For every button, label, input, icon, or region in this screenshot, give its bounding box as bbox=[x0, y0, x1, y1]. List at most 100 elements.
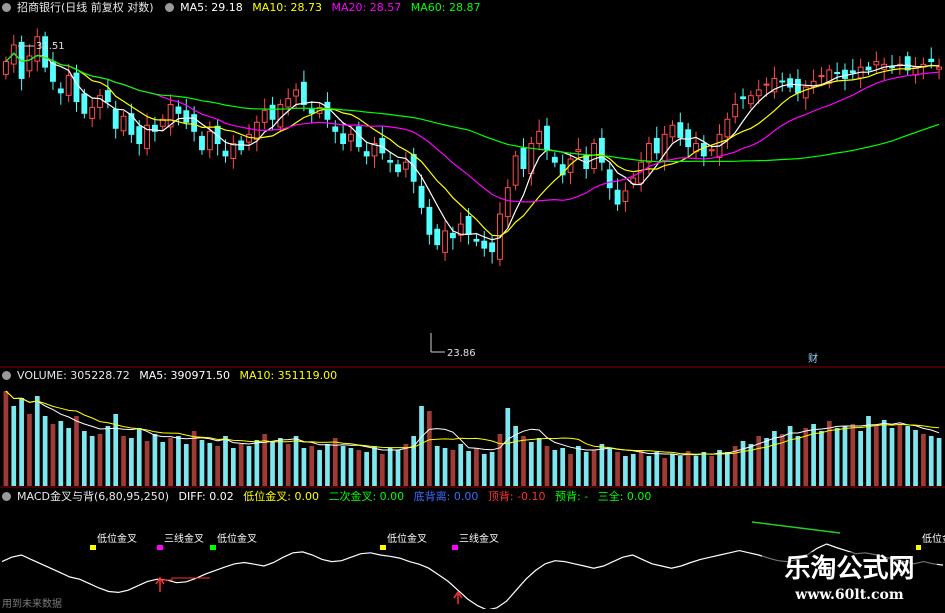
volume-bar bbox=[58, 421, 64, 486]
price-pane-toggle-icon[interactable] bbox=[2, 3, 11, 12]
volume-bar bbox=[591, 450, 597, 486]
candle-body bbox=[598, 137, 605, 163]
volume-bar bbox=[583, 452, 589, 486]
volume-pane-toggle-icon[interactable] bbox=[2, 371, 11, 380]
volume-bar bbox=[395, 450, 401, 486]
candle-body bbox=[136, 126, 143, 145]
site-watermark: 乐淘公式网 www.60lt.com bbox=[762, 552, 937, 604]
candle-body bbox=[669, 124, 676, 138]
candle-body bbox=[489, 242, 496, 253]
volume-bar bbox=[427, 411, 432, 486]
macd-triple-value: 三全: 0.00 bbox=[597, 490, 652, 503]
candle-body bbox=[285, 98, 292, 108]
macd-pane-header: MACD金叉与背(6,80,95,250) DIFF: 0.02 低位金叉: 0… bbox=[0, 489, 657, 505]
volume-bar bbox=[254, 440, 260, 486]
candle-body bbox=[449, 232, 456, 239]
macd-second-cross-value: 二次金叉: 0.00 bbox=[328, 490, 405, 503]
volume-bar bbox=[168, 438, 173, 486]
candle-body bbox=[222, 150, 229, 157]
volume-bar bbox=[34, 396, 40, 486]
volume-bar bbox=[787, 426, 793, 486]
signal-marker-1 bbox=[90, 545, 96, 550]
volume-bar bbox=[913, 430, 918, 486]
macd-diff-value: DIFF: 0.02 bbox=[178, 490, 234, 503]
watermark-url: www.60lt.com bbox=[795, 587, 904, 603]
volume-bar bbox=[842, 426, 848, 486]
macd-pane-toggle-icon[interactable] bbox=[2, 492, 11, 501]
chart-canvas[interactable]: 31.51 23.86 财 用到未来数据 低位金叉 三线金叉 低位金叉 低位金叉… bbox=[0, 0, 945, 611]
candle-body bbox=[779, 80, 786, 83]
volume-bar bbox=[905, 426, 911, 486]
candle-body bbox=[175, 106, 182, 114]
candle-body bbox=[842, 69, 848, 79]
volume-bar bbox=[819, 431, 824, 486]
candle-body bbox=[300, 81, 307, 105]
volume-bar bbox=[466, 451, 471, 486]
candle-body bbox=[802, 86, 809, 99]
volume-bar bbox=[881, 420, 887, 486]
candle-body bbox=[551, 156, 558, 163]
volume-bar bbox=[709, 456, 715, 486]
volume-bar bbox=[701, 452, 707, 486]
volume-bar bbox=[121, 436, 126, 486]
candle-body bbox=[65, 75, 72, 96]
candle-body bbox=[199, 135, 205, 151]
candle-body bbox=[646, 143, 652, 163]
candle-body bbox=[708, 149, 715, 152]
ma-toggle-icon[interactable] bbox=[165, 3, 175, 12]
candle-body bbox=[387, 159, 394, 163]
volume-bar bbox=[19, 398, 24, 486]
volume-bar bbox=[387, 448, 393, 486]
volume-bar bbox=[521, 436, 526, 486]
candle-body bbox=[763, 83, 770, 86]
candle-body bbox=[340, 133, 347, 145]
candle-body bbox=[112, 108, 119, 129]
volume-bar bbox=[638, 450, 644, 486]
low-price-label: 23.86 bbox=[447, 348, 476, 359]
volume-bar bbox=[50, 424, 56, 486]
volume-bar bbox=[536, 438, 542, 486]
candle-body bbox=[865, 66, 872, 71]
volume-bar bbox=[144, 441, 150, 486]
candle-body bbox=[504, 187, 511, 218]
volume-bar bbox=[693, 456, 699, 486]
candle-body bbox=[73, 72, 80, 103]
candle-body bbox=[183, 110, 190, 123]
volume-bar bbox=[528, 442, 534, 486]
volume-bar bbox=[129, 438, 134, 486]
volume-bar bbox=[458, 444, 464, 486]
volume-bar bbox=[544, 446, 550, 486]
watermark-site-name: 乐淘公式网 bbox=[784, 554, 915, 584]
volume-bar bbox=[725, 452, 730, 486]
volume-bar bbox=[278, 438, 283, 486]
candle-body bbox=[873, 61, 880, 66]
volume-bar bbox=[3, 391, 9, 486]
volume-bar bbox=[474, 448, 479, 486]
volume-bar bbox=[858, 431, 864, 486]
candle-body bbox=[818, 75, 825, 78]
candle-body bbox=[904, 56, 911, 71]
candle-body bbox=[653, 137, 660, 154]
candle-body bbox=[89, 106, 96, 119]
candle-body bbox=[747, 95, 754, 105]
candle-body bbox=[395, 164, 401, 173]
candle-body bbox=[732, 103, 739, 118]
stock-chart[interactable]: 31.51 23.86 财 用到未来数据 低位金叉 三线金叉 低位金叉 低位金叉… bbox=[0, 0, 945, 611]
volume-bar bbox=[576, 446, 581, 486]
candle-body bbox=[426, 206, 433, 235]
volume-value: VOLUME: 305228.72 bbox=[17, 369, 130, 382]
volume-bar bbox=[285, 444, 291, 486]
candle-body bbox=[575, 149, 582, 152]
candle-body bbox=[928, 58, 935, 63]
volume-bar bbox=[505, 408, 511, 486]
macd-title: MACD金叉与背(6,80,95,250) bbox=[17, 490, 170, 503]
candle-body bbox=[277, 103, 284, 128]
volume-bar bbox=[419, 406, 424, 486]
candle-body bbox=[755, 89, 762, 97]
volume-bar bbox=[921, 434, 926, 486]
finance-marker[interactable]: 财 bbox=[808, 352, 818, 365]
volume-bar bbox=[411, 436, 417, 486]
volume-bar bbox=[238, 444, 244, 486]
ma5-value: MA5: 29.18 bbox=[180, 1, 243, 14]
candle-body bbox=[536, 130, 543, 145]
